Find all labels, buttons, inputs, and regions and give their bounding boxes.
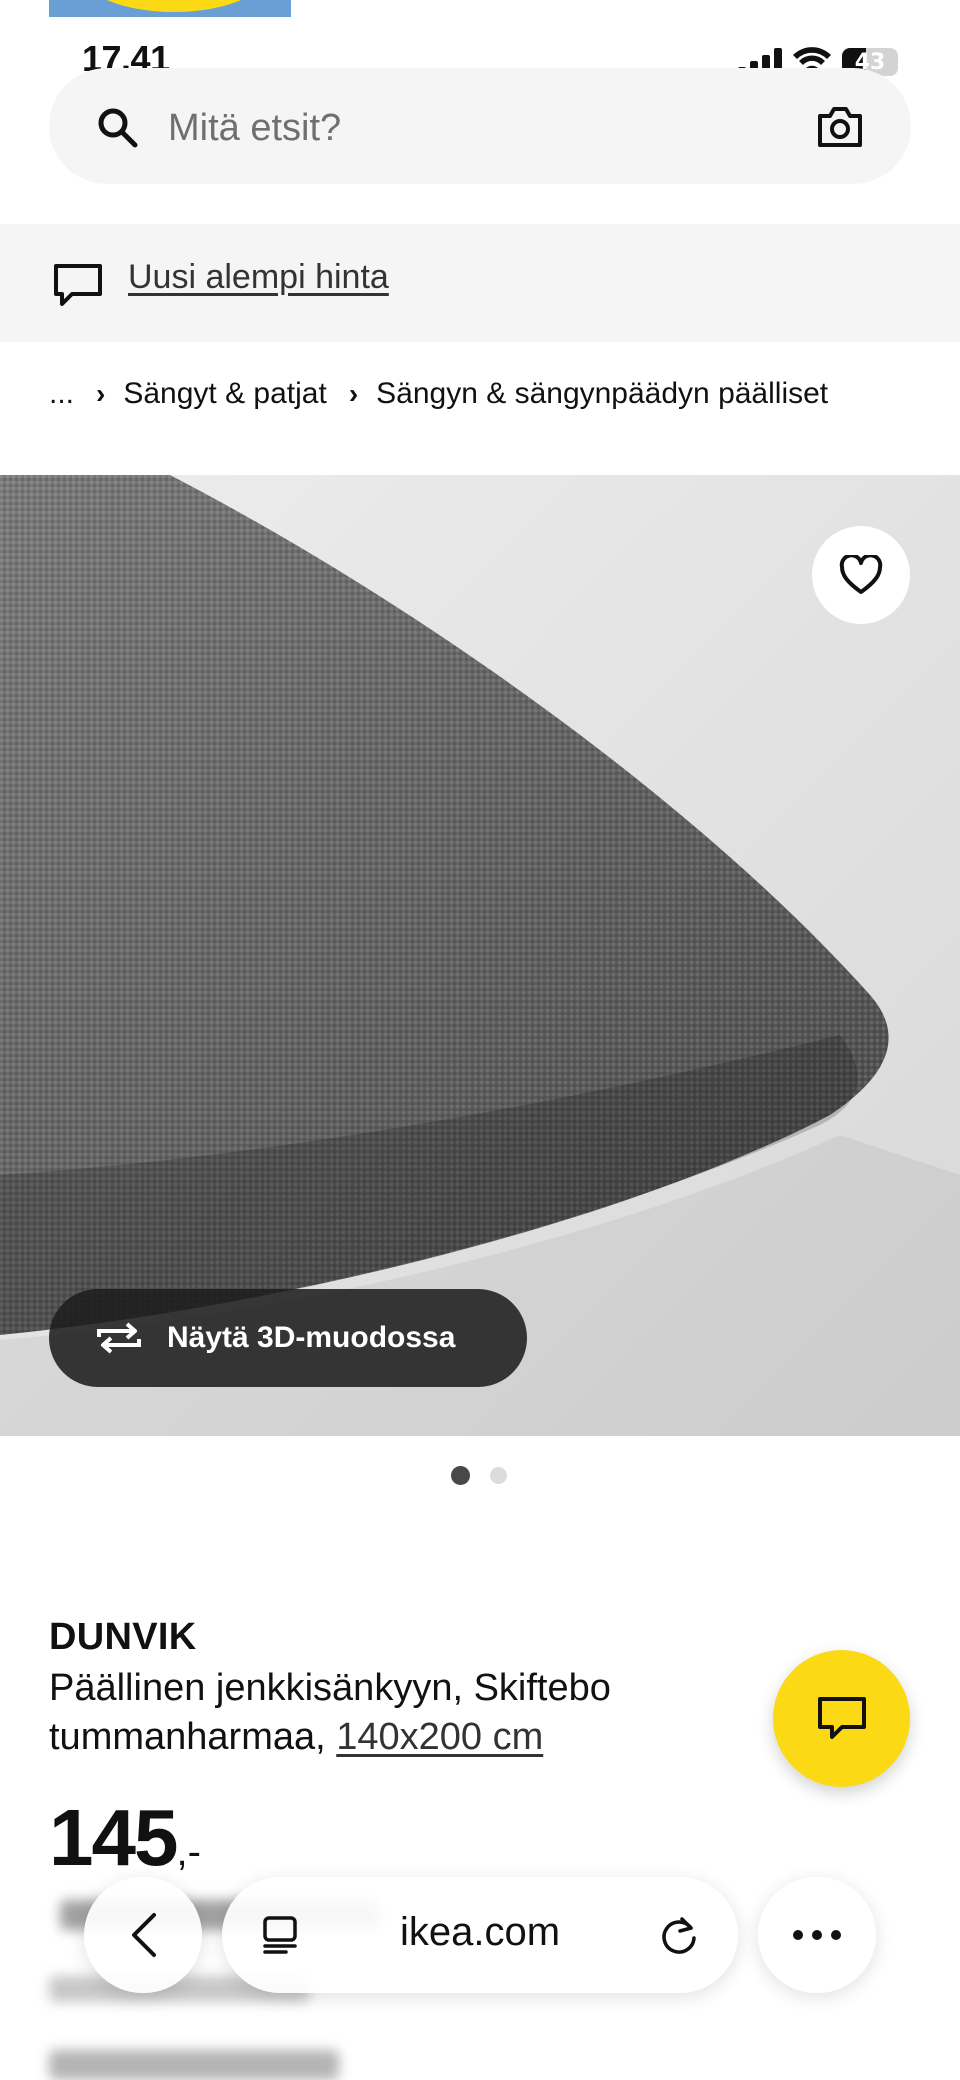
chevron-right-icon: ›	[348, 378, 359, 409]
chat-bubble-icon	[54, 264, 102, 306]
price-suffix: ,-	[176, 1830, 201, 1874]
breadcrumb-ellipsis[interactable]: ...	[49, 377, 74, 411]
camera-icon[interactable]	[816, 104, 864, 150]
address-text[interactable]: ikea.com	[300, 1910, 660, 1955]
blurred-rating	[49, 2050, 339, 2080]
product-description-line1: Päällinen jenkkisänkyyn, Skiftebo	[49, 1667, 611, 1709]
browser-more-button[interactable]	[758, 1877, 876, 1993]
product-size-link[interactable]: 140x200 cm	[336, 1716, 543, 1758]
view-3d-button[interactable]: Näytä 3D-muodossa	[49, 1289, 527, 1387]
carousel-dot-active[interactable]	[451, 1466, 470, 1485]
breadcrumb-item-beds-mattresses[interactable]: Sängyt & patjat	[123, 377, 326, 411]
product-price: 145,-	[49, 1792, 201, 1884]
product-description-line2: tummanharmaa,	[49, 1716, 326, 1758]
view-3d-label: Näytä 3D-muodossa	[167, 1321, 456, 1354]
tabs-icon[interactable]	[262, 1915, 298, 1955]
chat-button[interactable]	[773, 1650, 910, 1787]
carousel-dot[interactable]	[490, 1467, 507, 1484]
search-input[interactable]	[168, 100, 768, 156]
heart-icon	[839, 555, 883, 594]
ikea-logo-partial[interactable]	[49, 0, 291, 17]
browser-back-button[interactable]	[84, 1877, 202, 1993]
product-name: DUNVIK	[49, 1616, 197, 1658]
search-icon[interactable]	[96, 106, 138, 148]
reload-icon[interactable]	[658, 1914, 700, 1956]
chat-icon	[817, 1696, 866, 1739]
favorite-button[interactable]	[812, 526, 910, 624]
breadcrumb: ... › Sängyt & patjat › Sängyn & sängynp…	[49, 374, 828, 414]
new-lower-price-link[interactable]: Uusi alempi hinta	[128, 258, 389, 297]
chevron-left-icon	[132, 1913, 156, 1957]
product-description: Päällinen jenkkisänkyyn, Skiftebo tumman…	[49, 1664, 749, 1762]
rotate-3d-icon	[97, 1322, 141, 1354]
breadcrumb-item-bed-covers[interactable]: Sängyn & sängynpäädyn päälliset	[376, 377, 828, 411]
chevron-right-icon: ›	[96, 378, 106, 409]
price-main: 145	[49, 1793, 178, 1882]
more-icon	[793, 1930, 841, 1940]
